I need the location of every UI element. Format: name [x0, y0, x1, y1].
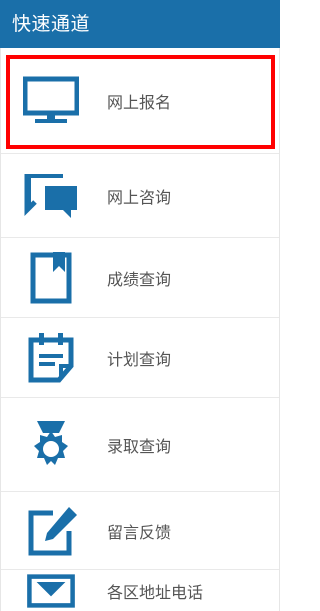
- quick-link-label: 计划查询: [107, 349, 172, 369]
- quick-link-label: 各区地址电话: [107, 582, 204, 602]
- bookmark-book-icon: [23, 251, 79, 304]
- chat-bubbles-icon: [23, 170, 79, 222]
- quick-link-label: 录取查询: [107, 436, 172, 456]
- envelope-icon: [23, 573, 79, 609]
- edit-note-icon: [23, 505, 79, 557]
- quick-link-score-query[interactable]: 成绩查询: [1, 238, 279, 318]
- quick-link-district-contacts[interactable]: 各区地址电话: [1, 570, 279, 611]
- calendar-icon: [23, 332, 79, 384]
- quick-link-admission-query[interactable]: 录取查询: [1, 398, 279, 492]
- quick-link-feedback[interactable]: 留言反馈: [1, 492, 279, 570]
- quick-link-label: 成绩查询: [107, 269, 172, 289]
- quick-link-label: 留言反馈: [107, 522, 172, 542]
- panel-title: 快速通道: [0, 0, 280, 48]
- quick-link-label: 网上咨询: [107, 187, 172, 207]
- quick-link-plan-query[interactable]: 计划查询: [1, 318, 279, 398]
- monitor-icon: [23, 75, 79, 127]
- quick-link-online-registration[interactable]: 网上报名: [1, 48, 279, 154]
- medal-icon: [23, 419, 79, 471]
- quick-link-label: 网上报名: [107, 92, 172, 112]
- quick-access-panel: 快速通道 网上报名 网上咨询 成绩查询 计划查询 录取查询 留言反馈 各区地址电…: [0, 0, 280, 611]
- quick-link-online-consulting[interactable]: 网上咨询: [1, 154, 279, 238]
- quick-access-list: 网上报名 网上咨询 成绩查询 计划查询 录取查询 留言反馈 各区地址电话: [0, 48, 280, 611]
